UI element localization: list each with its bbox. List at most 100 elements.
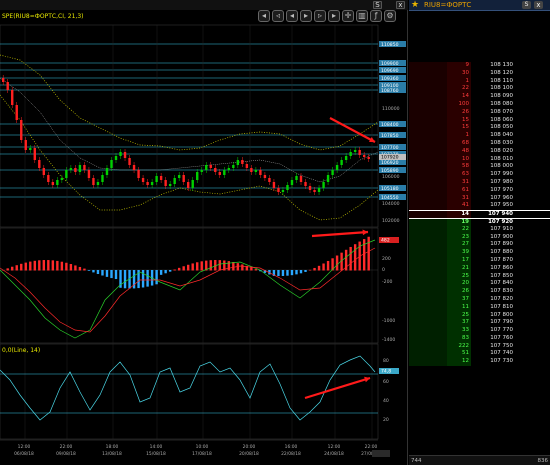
ask-volume: 9 (465, 62, 470, 68)
ask-row[interactable]: 14 107 940 (409, 210, 550, 218)
candle-body (2, 78, 5, 82)
chart-window[interactable]: S x ◂ ◃ ◂ ▸ ▹ ▸ ✛ ▥ ƒ ⚙ SPE(RIU8=ФОРТС,CI, 21,3) … (0, 0, 408, 465)
candle-body (268, 178, 271, 182)
bid-row[interactable]: 12 107 730 (409, 358, 550, 367)
ask-row[interactable]: 58 108 000 (409, 163, 550, 172)
macd-histogram-bar (92, 270, 95, 273)
candle-body (250, 168, 253, 172)
ask-row[interactable]: 15 108 060 (409, 116, 550, 125)
bid-row[interactable]: 39 107 880 (409, 249, 550, 257)
macd-histogram-bar (290, 270, 294, 276)
rsi-axis-label: 80 (383, 358, 389, 364)
bid-volume: 33 (462, 327, 469, 334)
bid-row[interactable]: 17 107 870 (409, 256, 550, 265)
star-icon[interactable]: ★ (411, 0, 419, 10)
candle-body (141, 178, 145, 182)
ask-row[interactable]: 41 107 950 (409, 202, 550, 211)
time-label: 20:00 (243, 444, 256, 450)
bollinger-upper (0, 54, 379, 151)
bid-row[interactable]: 222 107 750 (409, 342, 550, 351)
candle-body (24, 140, 27, 150)
candle-body (227, 168, 231, 170)
bid-row[interactable]: 51 107 740 (409, 350, 550, 359)
bid-row[interactable]: 37 107 790 (409, 319, 550, 328)
time-label: 18:00 (106, 444, 119, 450)
order-book-close-button[interactable]: x (534, 1, 543, 9)
candle-body (132, 165, 136, 170)
candle-body (92, 178, 95, 185)
bid-row[interactable]: 23 107 900 (409, 233, 550, 242)
macd-tag: 482 (381, 238, 390, 244)
bid-row[interactable]: 25 107 800 (409, 311, 550, 320)
bid-volume: 23 (462, 233, 469, 240)
date-label: 24/08/18 (324, 451, 344, 457)
date-label: 17/08/18 (192, 451, 212, 457)
candle-body (331, 170, 334, 175)
ask-row[interactable]: 100 108 080 (409, 100, 550, 109)
bid-row[interactable]: 21 107 860 (409, 264, 550, 273)
ask-row[interactable]: 48 108 020 (409, 147, 550, 156)
order-book-settings-button[interactable]: S (522, 1, 531, 9)
ask-row[interactable]: 30 108 120 (409, 69, 550, 78)
ask-price: 108 090 (490, 93, 513, 100)
bid-price: 107 730 (490, 358, 513, 365)
bid-price: 107 850 (490, 272, 513, 279)
bid-row[interactable]: 37 107 820 (409, 295, 550, 304)
ask-row[interactable]: 14 108 090 (409, 93, 550, 101)
macd-histogram-bar (29, 261, 32, 271)
candle-body (42, 168, 46, 175)
candle-body (150, 182, 154, 185)
macd-histogram-bar (83, 268, 86, 271)
macd-histogram-bar (60, 261, 64, 271)
ask-price: 108 010 (490, 155, 513, 162)
price-tag: 108760 (381, 88, 399, 94)
macd-histogram-bar (69, 264, 73, 271)
ask-row[interactable]: 63 107 990 (409, 171, 550, 179)
last-date-highlight (372, 450, 390, 457)
ask-price: 107 970 (490, 186, 513, 193)
ask-row[interactable]: 9 108 130 (409, 62, 550, 70)
candle-body (78, 165, 82, 172)
ask-volume: 1 (465, 77, 470, 84)
ask-row[interactable]: 61 107 970 (409, 186, 550, 195)
order-book-window[interactable]: ★ RIU8=ФОРТС S x 9 108 130 30 108 120 1 108 1… (409, 0, 550, 465)
ask-row[interactable]: 1 108 040 (409, 132, 550, 140)
candle-body (83, 165, 86, 170)
candle-body (326, 175, 330, 182)
ask-row[interactable]: 26 108 070 (409, 108, 550, 117)
bid-row[interactable]: 83 107 760 (409, 334, 550, 343)
ask-row[interactable]: 1 108 110 (409, 77, 550, 86)
ask-price: 108 130 (490, 62, 513, 68)
price-axis-label: 110000 (382, 106, 400, 112)
time-label: 16:00 (285, 444, 298, 450)
bid-row[interactable]: 27 107 890 (409, 241, 550, 250)
price-arrow-shaft (329, 117, 376, 143)
bid-price: 107 880 (490, 249, 513, 256)
bid-row[interactable]: 19 107 920 (409, 217, 550, 226)
price-tag: 105180 (381, 186, 399, 192)
macd-axis-label: 0 (382, 267, 385, 273)
bid-row[interactable]: 33 107 770 (409, 327, 550, 335)
bid-volume: 39 (462, 249, 469, 256)
chart-canvas[interactable]: 1108501099001096901093601091001087601084… (0, 0, 408, 465)
macd-histogram-bar (146, 270, 149, 287)
bid-row[interactable]: 25 107 850 (409, 272, 550, 281)
bid-row[interactable]: 11 107 810 (409, 303, 550, 312)
ask-row[interactable]: 31 107 980 (409, 178, 550, 187)
ask-price: 108 030 (490, 139, 513, 146)
ask-row[interactable]: 31 107 960 (409, 194, 550, 203)
ask-row[interactable]: 10 108 010 (409, 155, 550, 164)
ask-row[interactable]: 22 108 100 (409, 85, 550, 94)
bid-row[interactable]: 26 107 830 (409, 288, 550, 296)
ask-row[interactable]: 68 108 030 (409, 139, 550, 148)
date-label: 06/08/18 (14, 451, 34, 457)
bid-price: 107 790 (490, 319, 513, 326)
candle-body (254, 170, 258, 172)
macd-histogram-bar (200, 261, 203, 271)
date-label: 20/08/18 (239, 451, 259, 457)
price-tag: 106920 (381, 160, 399, 166)
bid-row[interactable]: 20 107 840 (409, 280, 550, 289)
macd-histogram-bar (56, 260, 59, 271)
bid-row[interactable]: 22 107 910 (409, 225, 550, 234)
ask-row[interactable]: 15 108 050 (409, 124, 550, 133)
